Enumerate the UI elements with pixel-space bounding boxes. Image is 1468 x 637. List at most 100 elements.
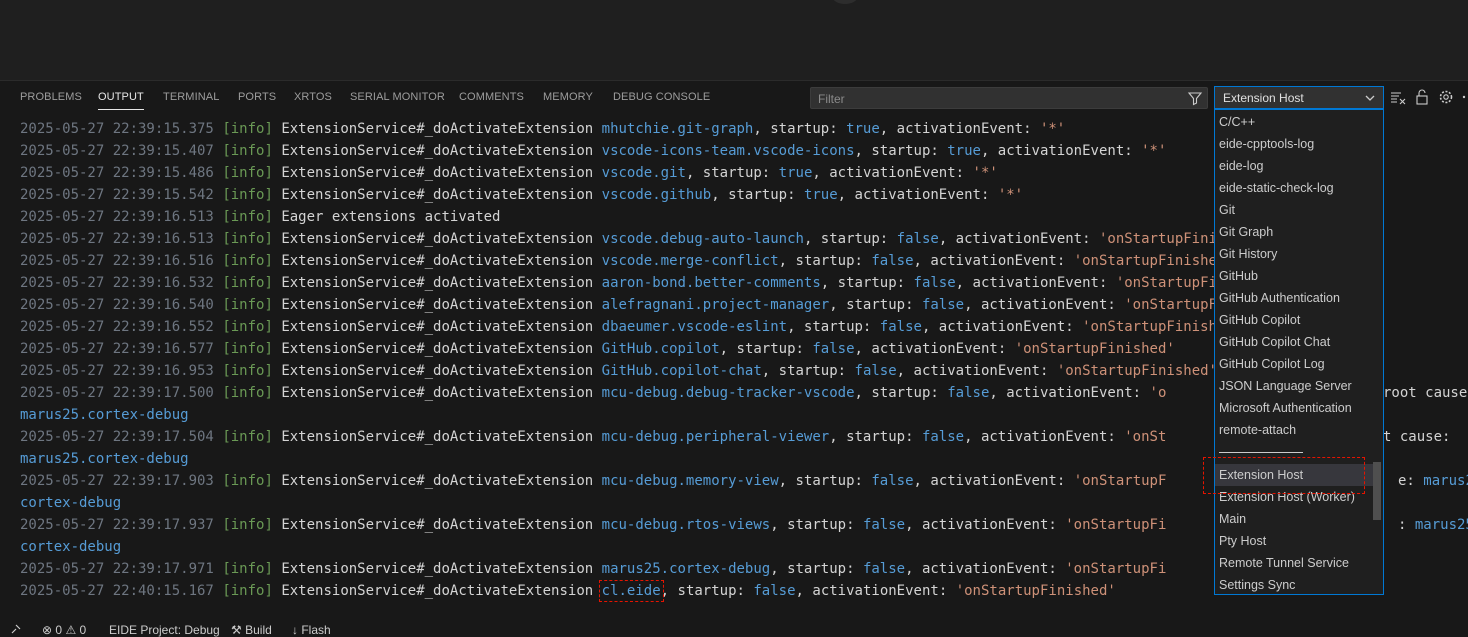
dropdown-option[interactable]: GitHub Authentication — [1219, 288, 1340, 308]
tab-problems[interactable]: PROBLEMS — [20, 91, 82, 103]
editor-shape — [832, 0, 858, 4]
log-text: , activationEvent: — [837, 187, 998, 203]
log-line: cortex-debug — [20, 492, 121, 514]
dropdown-option[interactable]: Pty Host — [1219, 531, 1266, 551]
log-line: 2025-05-27 22:39:17.903 [info] Extension… — [20, 470, 1468, 492]
log-text: , startup: — [660, 583, 754, 599]
activation-event: 'onSt — [1124, 429, 1167, 445]
log-text: , startup: — [854, 385, 948, 401]
log-level: [info] — [222, 253, 273, 269]
log-text: , activationEvent: — [795, 583, 956, 599]
clear-output-icon[interactable] — [1390, 89, 1406, 105]
log-text: , startup: — [803, 231, 897, 247]
log-timestamp: 2025-05-27 22:39:16.532 — [20, 275, 214, 291]
lock-scroll-icon[interactable] — [1414, 89, 1430, 105]
tab-memory[interactable]: MEMORY — [543, 91, 593, 103]
log-continuation: marus25.cortex-debug — [20, 451, 189, 467]
log-level: [info] — [222, 209, 273, 225]
log-line: 2025-05-27 22:39:16.540 [info] Extension… — [20, 294, 1284, 316]
filter-icon[interactable] — [1187, 90, 1203, 106]
log-text: , startup: — [719, 341, 813, 357]
dropdown-option[interactable]: Remote Tunnel Service — [1219, 553, 1349, 573]
activation-event: 'onStartupFi — [1065, 561, 1167, 577]
log-text: , activationEvent: — [879, 121, 1040, 137]
filter-placeholder: Filter — [818, 92, 845, 106]
log-level: [info] — [222, 297, 273, 313]
filter-input[interactable]: Filter — [810, 87, 1208, 109]
activation-event: 'onStartupFinished' — [1073, 253, 1234, 269]
log-text: e: — [1398, 473, 1424, 489]
dropdown-option[interactable]: GitHub Copilot Log — [1219, 354, 1325, 374]
eide-project-status[interactable]: EIDE Project: Debug — [109, 623, 220, 637]
log-level: [info] — [222, 275, 273, 291]
dropdown-option[interactable]: Extension Host — [1219, 465, 1303, 485]
log-text: , startup: — [711, 187, 804, 203]
extension-id: vscode.github — [601, 187, 712, 203]
dropdown-scrollbar[interactable] — [1373, 462, 1381, 520]
output-channel-select[interactable]: Extension Host — [1214, 86, 1384, 109]
log-level: [info] — [222, 143, 273, 159]
dropdown-option[interactable]: eide-log — [1219, 156, 1263, 176]
warning-icon: ⚠ — [65, 623, 77, 637]
log-text: , startup: — [820, 275, 914, 291]
extension-id: GitHub.copilot-chat — [601, 363, 762, 379]
problems-status[interactable]: ⊗ 0 ⚠ 0 — [42, 623, 86, 637]
log-level: [info] — [222, 319, 273, 335]
log-level: [info] — [222, 473, 273, 489]
log-text: , startup: — [778, 473, 872, 489]
dropdown-option[interactable]: Settings Sync — [1219, 575, 1295, 594]
tab-debug-console[interactable]: DEBUG CONSOLE — [613, 91, 710, 103]
dropdown-option[interactable]: eide-cpptools-log — [1219, 134, 1314, 154]
startup-value: false — [871, 253, 914, 269]
log-message: ExtensionService#_doActivateExtension — [281, 473, 594, 489]
dropdown-option[interactable]: remote-attach — [1219, 420, 1296, 440]
extension-id: cl.eide — [598, 580, 664, 602]
dropdown-option[interactable]: Microsoft Authentication — [1219, 398, 1352, 418]
tab-xrtos[interactable]: XRTOS — [294, 91, 332, 103]
tools-icon: ⚒ — [231, 623, 242, 637]
dropdown-option[interactable]: Main — [1219, 509, 1246, 529]
startup-value: true — [846, 121, 880, 137]
log-timestamp: 2025-05-27 22:39:17.971 — [20, 561, 214, 577]
log-text: , startup: — [829, 297, 922, 313]
log-continuation: cortex-debug — [20, 539, 122, 555]
log-message: ExtensionService#_doActivateExtension — [281, 319, 594, 335]
log-text: , activationEvent: — [812, 165, 973, 181]
dropdown-option[interactable]: GitHub Copilot Chat — [1219, 332, 1330, 352]
channel-dropdown-list[interactable]: C/C++ eide-cpptools-log eide-log eide-stati… — [1214, 109, 1384, 595]
flash-button[interactable]: ↓ Flash — [292, 623, 331, 637]
tab-ports[interactable]: PORTS — [238, 91, 276, 103]
dropdown-option[interactable]: Git Graph — [1219, 222, 1273, 242]
tab-comments[interactable]: COMMENTS — [459, 91, 524, 103]
log-line: 2025-05-27 22:39:17.971 [info] Extension… — [20, 558, 1166, 580]
log-text: , activationEvent: — [913, 253, 1074, 269]
tab-output[interactable]: OUTPUT — [98, 91, 144, 110]
log-text: , activationEvent: — [938, 231, 1099, 247]
dropdown-option[interactable]: JSON Language Server — [1219, 376, 1352, 396]
build-button[interactable]: ⚒ Build — [231, 623, 272, 637]
dropdown-option[interactable]: Extension Host (Worker) — [1219, 487, 1355, 507]
extension-id: vscode-icons-team.vscode-icons — [601, 143, 855, 159]
flash-label: Flash — [301, 623, 331, 637]
remote-icon[interactable] — [10, 623, 22, 635]
startup-value: false — [862, 517, 906, 533]
dropdown-option[interactable]: eide-static-check-log — [1219, 178, 1334, 198]
log-line: 2025-05-27 22:39:15.486 [info] Extension… — [20, 162, 998, 184]
tab-terminal[interactable]: TERMINAL — [163, 91, 219, 103]
log-timestamp: 2025-05-27 22:40:15.167 — [20, 583, 214, 599]
extension-id: marus25. — [1423, 473, 1468, 489]
startup-value: false — [896, 231, 939, 247]
dropdown-option[interactable]: C/C++ — [1219, 112, 1255, 132]
gear-icon[interactable] — [1438, 89, 1454, 105]
tab-serial-monitor[interactable]: SERIAL MONITOR — [350, 91, 445, 103]
dropdown-option[interactable]: Git History — [1219, 244, 1277, 264]
editor-area — [0, 0, 1468, 81]
dropdown-option[interactable]: GitHub — [1219, 266, 1258, 286]
dropdown-option[interactable]: GitHub Copilot — [1219, 310, 1300, 330]
channel-selected-value: Extension Host — [1223, 91, 1304, 105]
extension-id: aaron-bond.better-comments — [601, 275, 821, 291]
more-actions-icon[interactable] — [1460, 89, 1468, 105]
log-text: , activationEvent: — [905, 517, 1066, 533]
dropdown-option[interactable]: Git — [1219, 200, 1235, 220]
activation-event: 'onStartupF — [1073, 473, 1167, 489]
